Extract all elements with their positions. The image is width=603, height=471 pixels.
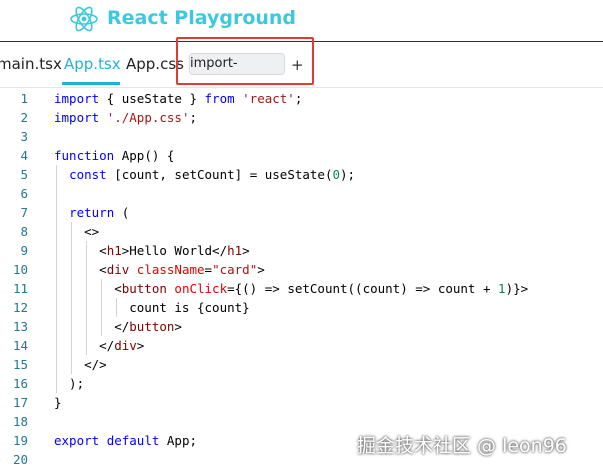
watermark: 掘金技术社区 @ leon96: [357, 435, 567, 457]
tab-main-tsx[interactable]: main.tsx: [0, 55, 62, 73]
code-line: 18: [0, 412, 603, 431]
code-text: <button onClick={() => setCount((count) …: [54, 281, 529, 296]
indent-guide: [101, 279, 103, 336]
new-tab-name-value: import-map.json: [190, 56, 238, 71]
line-number: 15: [12, 357, 28, 372]
code-line: 6: [0, 184, 603, 203]
code-text: function App() {: [54, 148, 175, 163]
code-line: 4 function App() {: [0, 146, 603, 165]
code-line: 2 import './App.css';: [0, 108, 603, 127]
code-line: 9 <h1>Hello World</h1>: [0, 241, 603, 260]
line-number: 8: [20, 224, 28, 239]
app-title: React Playground: [107, 7, 297, 29]
line-number: 10: [12, 262, 28, 277]
code-text: </button>: [54, 319, 182, 334]
tab-app-tsx[interactable]: App.tsx: [64, 55, 121, 73]
indent-guide: [56, 165, 57, 393]
indent-guide: [86, 241, 88, 355]
code-line: 15 </>: [0, 355, 603, 374]
code-text: <h1>Hello World</h1>: [54, 243, 250, 258]
code-text: </>: [54, 357, 107, 372]
line-number: 12: [12, 300, 28, 315]
code-text: </div>: [54, 338, 145, 353]
code-line: 13 </button>: [0, 317, 603, 336]
line-number: 14: [12, 338, 28, 353]
line-number: 6: [20, 186, 28, 201]
code-text: export default App;: [54, 433, 198, 448]
code-editor[interactable]: 1 import { useState } from 'react'; 2 impor…: [0, 88, 603, 471]
code-text: <>: [54, 224, 100, 239]
line-number: 16: [12, 376, 28, 391]
code-line: 8 <>: [0, 222, 603, 241]
code-line: 7 return (: [0, 203, 603, 222]
indent-guide: [71, 222, 73, 374]
code-line: 3: [0, 127, 603, 146]
code-text: );: [54, 376, 85, 391]
code-line: 16 );: [0, 374, 603, 393]
line-number: 5: [20, 167, 28, 182]
add-tab-button[interactable]: +: [291, 56, 304, 74]
code-text: count is {count}: [54, 300, 250, 315]
code-text: }: [54, 395, 62, 410]
code-line: 10 <div className="card">: [0, 260, 603, 279]
line-number: 2: [20, 110, 28, 125]
new-tab-name-input[interactable]: import-map.json: [189, 53, 285, 75]
code-line: 17}: [0, 393, 603, 412]
code-line: 5 const [count, setCount] = useState(0);: [0, 165, 603, 184]
code-text: import './App.css';: [54, 110, 198, 125]
line-number: 3: [20, 129, 28, 144]
line-number: 18: [12, 414, 28, 429]
line-number: 4: [20, 148, 28, 163]
line-number: 19: [12, 433, 28, 448]
code-text: const [count, setCount] = useState(0);: [69, 167, 356, 182]
line-number: 17: [12, 395, 28, 410]
code-line: 14 </div>: [0, 336, 603, 355]
tab-app-css[interactable]: App.css: [126, 55, 184, 73]
line-number: 7: [20, 205, 28, 220]
code-text: import { useState } from 'react';: [54, 91, 303, 106]
react-atom-icon: [70, 6, 98, 32]
active-tab-indicator: [62, 82, 120, 85]
code-text: return (: [69, 205, 130, 220]
line-number: 1: [20, 91, 28, 106]
line-number: 13: [12, 319, 28, 334]
indent-guide: [116, 298, 118, 317]
line-number: 9: [20, 243, 28, 258]
code-line: 1 import { useState } from 'react';: [0, 89, 603, 108]
code-line: 11 <button onClick={() => setCount((coun…: [0, 279, 603, 298]
code-line: 12 count is {count}: [0, 298, 603, 317]
app-header: React Playground: [0, 0, 603, 42]
line-number: 20: [12, 452, 28, 467]
line-number: 11: [12, 281, 28, 296]
